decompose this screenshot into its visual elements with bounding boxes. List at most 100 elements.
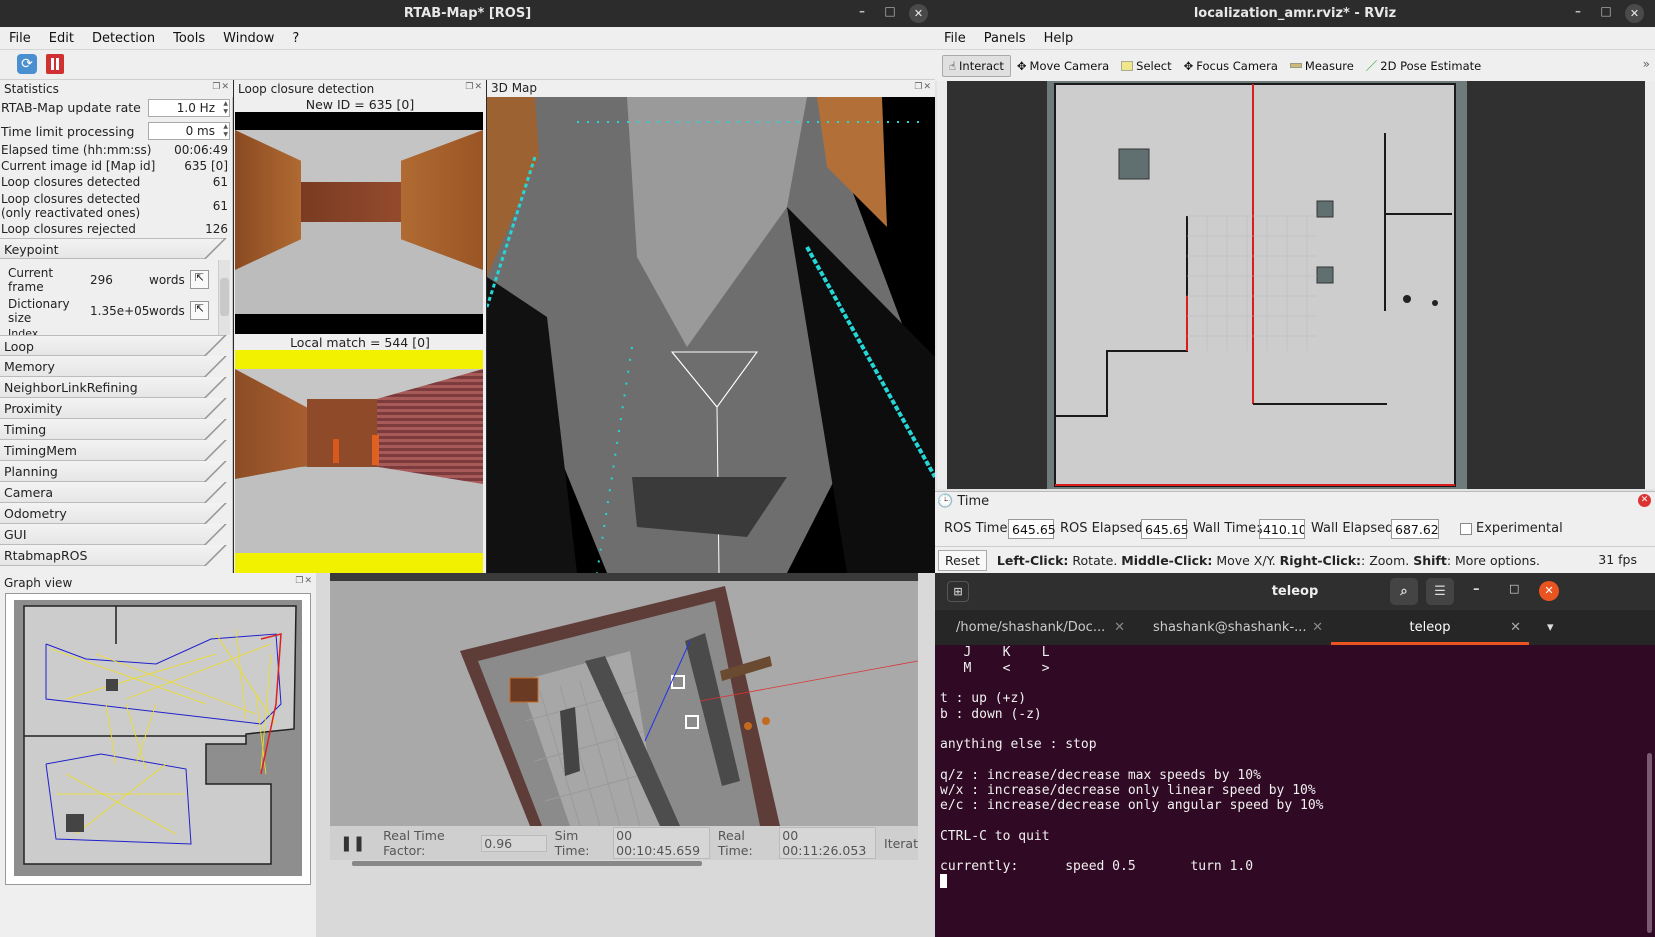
rviz-status-bar: Reset Left-Click: Rotate. Middle-Click: …: [935, 546, 1655, 573]
dock-buttons-icon[interactable]: ❐✕: [465, 82, 483, 92]
terminal-scrollbar[interactable]: [1647, 753, 1652, 933]
time-limit-spinbox[interactable]: 0 ms: [148, 122, 230, 140]
hint-text: : Zoom.: [1361, 552, 1414, 568]
stat-value: 61: [212, 199, 228, 213]
hamburger-menu-icon[interactable]: ☰: [1426, 578, 1454, 605]
measure-tool[interactable]: Measure: [1284, 55, 1360, 77]
loop-closure-title: Loop closure detection: [238, 81, 375, 96]
camera-frame: [235, 369, 483, 553]
stat-value: 126: [205, 222, 228, 236]
select-tool[interactable]: Select: [1115, 55, 1177, 77]
time-panel-title: Time: [957, 494, 990, 509]
graph-view-canvas[interactable]: [5, 593, 311, 885]
pause-icon[interactable]: ❚❚: [340, 834, 365, 852]
section-camera[interactable]: Camera: [0, 482, 232, 503]
ros-time-field[interactable]: 645.65: [1008, 519, 1056, 539]
refresh-icon[interactable]: ⟳: [17, 54, 37, 74]
menu-window[interactable]: Window: [214, 31, 283, 46]
hint-text: Move X/Y.: [1212, 552, 1280, 568]
real-time-value: 00 00:11:26.053: [779, 827, 877, 859]
section-odometry[interactable]: Odometry: [0, 503, 232, 524]
menu-help[interactable]: ?: [283, 31, 308, 46]
section-timingmem[interactable]: TimingMem: [0, 440, 232, 461]
minimize-icon[interactable]: –: [853, 4, 871, 18]
terminal-title: teleop: [1271, 584, 1319, 599]
kp-dict-value: 1.35e+05: [90, 304, 150, 318]
move-camera-label: Move Camera: [1029, 58, 1110, 73]
map3d-header: 3D Map ❐✕: [487, 80, 935, 97]
section-gui[interactable]: GUI: [0, 524, 232, 545]
menu-help[interactable]: Help: [1035, 31, 1083, 46]
right-collapse-bar[interactable]: [1645, 81, 1655, 489]
menu-file[interactable]: File: [0, 31, 40, 46]
close-icon[interactable]: ✕: [1625, 4, 1644, 23]
wall-elapsed-field[interactable]: 687.62: [1391, 519, 1439, 539]
section-memory[interactable]: Memory: [0, 356, 232, 377]
close-icon[interactable]: ✕: [909, 4, 928, 23]
kp-dict-label: Dictionary size: [8, 297, 70, 325]
move-camera-tool[interactable]: ✥ Move Camera: [1011, 55, 1115, 77]
rviz-3d-view[interactable]: [947, 81, 1645, 489]
interact-label: Interact: [959, 58, 1004, 73]
section-neighborlinkrefining[interactable]: NeighborLinkRefining: [0, 377, 232, 398]
toolbar-expand-icon[interactable]: »: [1643, 57, 1650, 71]
plot-icon[interactable]: ⇱: [190, 301, 209, 320]
select-icon: [1121, 60, 1134, 71]
terminal-tab-bar: /home/shashank/Doc... ✕ shashank@shashank…: [935, 610, 1655, 645]
ros-elapsed-field[interactable]: 645.65: [1141, 519, 1189, 539]
maximize-icon[interactable]: □: [1509, 582, 1519, 595]
minimize-icon[interactable]: –: [1569, 4, 1587, 18]
update-rate-spinbox[interactable]: 1.0 Hz: [148, 99, 230, 117]
pause-icon[interactable]: [46, 54, 64, 74]
gazebo-scrollbar[interactable]: [352, 861, 702, 866]
pose-estimate-tool[interactable]: ／ 2D Pose Estimate: [1360, 55, 1487, 77]
close-icon[interactable]: ✕: [1312, 620, 1323, 635]
rtabmap-window-title: RTAB-Map* [ROS]: [403, 6, 532, 21]
keypoint-content: Current frame 296 words ⇱ Dictionary siz…: [0, 260, 232, 335]
gazebo-3d-view[interactable]: [330, 581, 918, 826]
close-icon[interactable]: ✕: [1638, 494, 1651, 507]
graph-view-panel: Graph view ❐✕: [0, 573, 316, 937]
minimize-icon[interactable]: –: [1473, 582, 1480, 597]
dock-buttons-icon[interactable]: ❐✕: [914, 82, 932, 92]
rtabmap-toolbar: ⟳: [0, 50, 935, 80]
wall-time-field[interactable]: 5410.10: [1259, 519, 1305, 539]
hint-bold: Left-Click:: [996, 552, 1069, 568]
new-tab-icon[interactable]: ⊞: [947, 581, 969, 602]
maximize-icon[interactable]: □: [881, 4, 899, 18]
time-limit-label: Time limit processing: [1, 124, 135, 139]
terminal-line: e/c : increase/decrease only angular spe…: [940, 798, 1324, 813]
maximize-icon[interactable]: □: [1597, 4, 1615, 18]
terminal-tab-active[interactable]: teleop ✕: [1331, 610, 1529, 645]
menu-panels[interactable]: Panels: [975, 31, 1035, 46]
menu-file[interactable]: File: [935, 31, 975, 46]
focus-camera-tool[interactable]: ✥ Focus Camera: [1178, 55, 1284, 77]
menu-detection[interactable]: Detection: [83, 31, 164, 46]
section-rtabmapros[interactable]: RtabmapROS: [0, 545, 232, 566]
menu-tools[interactable]: Tools: [164, 31, 214, 46]
interact-tool[interactable]: ☝ Interact: [942, 54, 1011, 77]
plot-icon[interactable]: ⇱: [190, 270, 209, 289]
section-keypoint[interactable]: Keypoint: [0, 238, 232, 259]
close-icon[interactable]: ✕: [1114, 620, 1125, 635]
terminal-tab[interactable]: shashank@shashank-... ✕: [1133, 620, 1331, 635]
reset-button[interactable]: Reset: [938, 549, 987, 571]
left-collapse-bar[interactable]: [937, 81, 947, 489]
section-timing[interactable]: Timing: [0, 419, 232, 440]
dock-buttons-icon[interactable]: ❐✕: [295, 576, 313, 586]
graph-view-header: Graph view ❐✕: [0, 574, 316, 591]
dock-buttons-icon[interactable]: ❐✕: [212, 82, 230, 92]
close-icon[interactable]: ✕: [1510, 610, 1521, 645]
section-proximity[interactable]: Proximity: [0, 398, 232, 419]
section-planning[interactable]: Planning: [0, 461, 232, 482]
close-icon[interactable]: ✕: [1539, 581, 1559, 601]
tab-dropdown-icon[interactable]: ▾: [1547, 620, 1554, 635]
keypoint-scrollbar[interactable]: [218, 260, 230, 335]
experimental-checkbox[interactable]: [1460, 523, 1472, 535]
section-loop[interactable]: Loop: [0, 335, 232, 356]
search-icon[interactable]: ⌕: [1390, 578, 1418, 605]
menu-edit[interactable]: Edit: [40, 31, 83, 46]
map3d-view[interactable]: [487, 97, 935, 573]
terminal-tab[interactable]: /home/shashank/Doc... ✕: [935, 620, 1133, 635]
map3d-pointcloud: [487, 97, 935, 573]
